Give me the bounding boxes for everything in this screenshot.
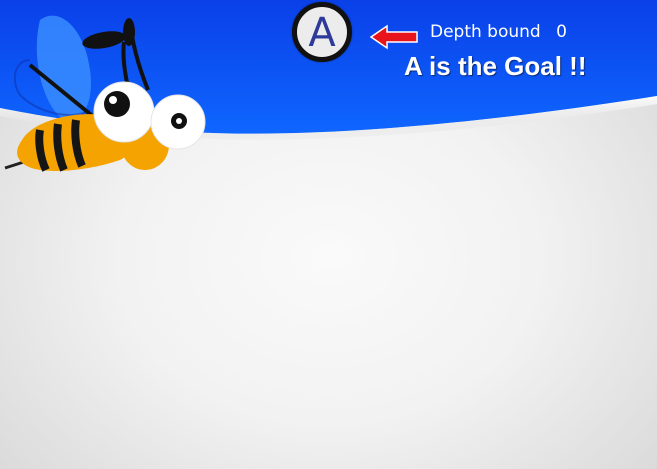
graph-node-a: A	[292, 2, 352, 62]
depth-bound-label: Depth bound	[430, 22, 541, 42]
node-label: A	[308, 10, 336, 56]
goal-message: A is the Goal !!	[404, 51, 587, 81]
depth-bound-value: 0	[556, 22, 567, 42]
depth-bound-indicator: Depth bound 0	[430, 22, 567, 42]
bee-icon	[4, 15, 206, 172]
arrow-left-icon	[369, 24, 418, 50]
